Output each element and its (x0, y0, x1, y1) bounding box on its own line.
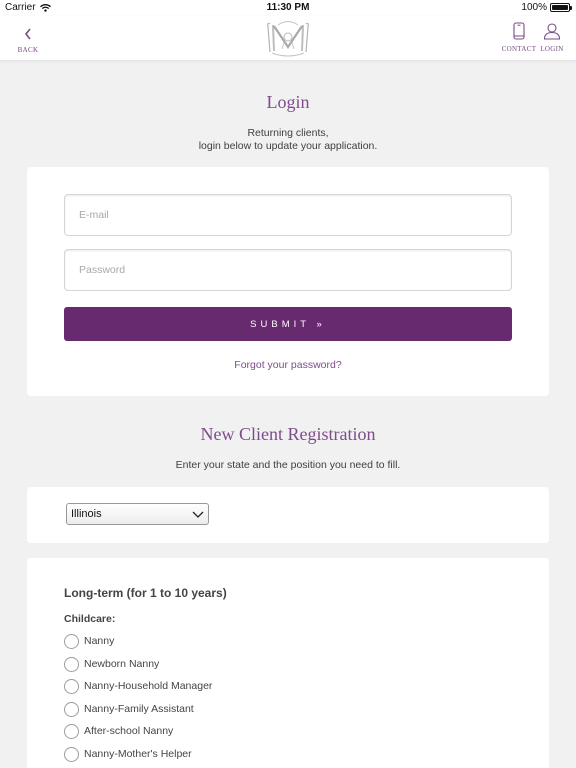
login-nav-label: LOGIN (540, 45, 564, 53)
back-label: BACK (17, 46, 39, 54)
status-bar: Carrier 11:30 PM 100% (0, 0, 576, 16)
contact-label: CONTACT (501, 45, 537, 53)
login-title: Login (266, 92, 310, 112)
monogram-logo (267, 21, 309, 57)
radio-option[interactable]: After-school Nanny (64, 722, 173, 740)
status-time: 11:30 PM (266, 2, 310, 13)
radio-button[interactable] (64, 746, 79, 762)
state-card: Illinois (27, 487, 549, 543)
login-subtitle-line1: Returning clients, (247, 127, 329, 139)
childcare-label: Childcare: (64, 613, 116, 625)
position-card: Long-term (for 1 to 10 years) Childcare:… (27, 558, 549, 768)
login-subtitle-line2: login below to update your application. (198, 140, 378, 152)
radio-option[interactable]: Nanny-Household Manager (64, 677, 212, 695)
radio-button[interactable] (64, 723, 79, 739)
chevron-down-icon (192, 511, 204, 518)
radio-label: Nanny-Family Assistant (84, 703, 194, 715)
radio-option[interactable]: Nanny-Family Assistant (64, 700, 194, 718)
state-select-value: Illinois (71, 508, 102, 520)
registration-subtitle: Enter your state and the position you ne… (175, 459, 401, 471)
radio-option[interactable]: Nanny-Mother's Helper (64, 745, 192, 763)
password-field-wrapper (64, 249, 512, 291)
submit-button[interactable]: SUBMIT » (64, 307, 512, 341)
battery-indicator: 100% (521, 2, 572, 13)
email-field-wrapper (64, 194, 512, 236)
navigation-bar: BACK CONTACT LOGIN (0, 16, 576, 60)
phone-icon (513, 22, 525, 40)
radio-label: After-school Nanny (84, 725, 174, 737)
radio-button[interactable] (64, 633, 79, 649)
contact-button[interactable]: CONTACT (500, 22, 538, 56)
radio-label: Newborn Nanny (84, 658, 160, 670)
user-icon (543, 23, 561, 40)
radio-button[interactable] (64, 678, 79, 694)
radio-label: Nanny-Mother's Helper (84, 748, 192, 760)
password-field[interactable] (65, 250, 511, 290)
radio-label: Nanny-Household Manager (84, 680, 213, 692)
login-nav-button[interactable]: LOGIN (537, 22, 567, 56)
login-card: SUBMIT » Forgot your password? (27, 167, 549, 396)
position-heading: Long-term (for 1 to 10 years) (64, 586, 227, 600)
battery-percent: 100% (521, 2, 547, 13)
state-select[interactable]: Illinois (66, 503, 209, 525)
radio-option[interactable]: Newborn Nanny (64, 655, 159, 673)
chevron-left-icon (24, 28, 31, 40)
radio-button[interactable] (64, 656, 79, 672)
radio-option[interactable]: Nanny (64, 632, 114, 650)
radio-label: Nanny (84, 635, 115, 647)
battery-icon (550, 3, 572, 12)
forgot-password-link[interactable]: Forgot your password? (27, 359, 549, 371)
registration-title: New Client Registration (200, 424, 376, 444)
radio-button[interactable] (64, 701, 79, 717)
email-field[interactable] (65, 195, 511, 235)
back-button[interactable]: BACK (10, 24, 46, 56)
